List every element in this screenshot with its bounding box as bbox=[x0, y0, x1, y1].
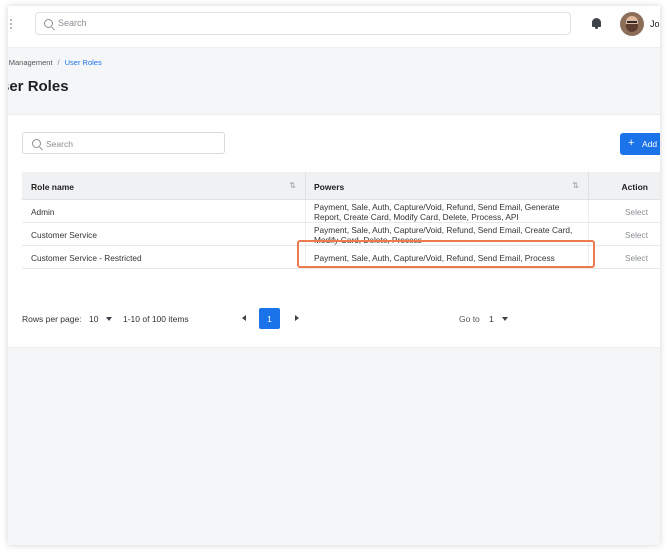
search-icon bbox=[44, 19, 53, 28]
page-1-button[interactable]: 1 bbox=[259, 308, 280, 329]
notification-bell-icon[interactable] bbox=[591, 17, 602, 30]
rows-per-page-select[interactable]: 10 bbox=[89, 314, 98, 324]
roles-search-input[interactable]: Search bbox=[22, 132, 225, 154]
plus-icon: + bbox=[628, 137, 635, 149]
breadcrumb-separator: / bbox=[57, 58, 60, 67]
global-search-placeholder: Search bbox=[58, 18, 87, 28]
next-page-button[interactable] bbox=[287, 308, 307, 329]
role-name-cell: Customer Service bbox=[31, 230, 97, 240]
add-role-label: Add bbox=[642, 139, 658, 149]
global-search-input[interactable]: Search bbox=[35, 12, 571, 35]
search-icon bbox=[32, 139, 41, 148]
breadcrumb: er Management / User Roles bbox=[8, 58, 102, 67]
table-header: Role name ⇅ Powers ⇅ Action bbox=[22, 172, 660, 200]
breadcrumb-user-management[interactable]: er Management bbox=[8, 58, 53, 67]
add-role-button[interactable]: + Add bbox=[620, 133, 660, 155]
rows-per-page-label: Rows per page: bbox=[22, 314, 82, 324]
roles-search-placeholder: Search bbox=[46, 139, 73, 149]
goto-label: Go to bbox=[459, 314, 480, 324]
table-row: Admin Payment, Sale, Auth, Capture/Void,… bbox=[22, 200, 660, 223]
page-title: ser Roles bbox=[8, 78, 69, 95]
powers-cell: Payment, Sale, Auth, Capture/Void, Refun… bbox=[305, 200, 588, 222]
select-link[interactable]: Select bbox=[588, 246, 660, 268]
pagination-range: 1-10 of 100 items bbox=[123, 314, 189, 324]
role-name-cell: Customer Service - Restricted bbox=[31, 253, 142, 263]
chevron-down-icon[interactable] bbox=[502, 317, 508, 321]
top-bar: Search Jo bbox=[8, 6, 660, 48]
menu-icon[interactable] bbox=[10, 19, 14, 31]
chevron-down-icon[interactable] bbox=[106, 317, 112, 321]
column-header-powers[interactable]: Powers ⇅ bbox=[305, 172, 588, 200]
avatar[interactable] bbox=[620, 12, 644, 36]
sort-icon[interactable]: ⇅ bbox=[572, 181, 579, 190]
previous-page-button[interactable] bbox=[235, 308, 255, 329]
column-header-role-name[interactable]: Role name ⇅ bbox=[22, 172, 305, 200]
highlight-box bbox=[297, 240, 595, 268]
select-link[interactable]: Select bbox=[588, 223, 660, 245]
breadcrumb-user-roles[interactable]: User Roles bbox=[65, 58, 102, 67]
app-window: Search Jo er Management / User Roles ser R… bbox=[8, 6, 660, 545]
sort-icon[interactable]: ⇅ bbox=[289, 181, 296, 190]
select-link[interactable]: Select bbox=[588, 200, 660, 222]
goto-page-select[interactable]: 1 bbox=[489, 314, 494, 324]
user-name[interactable]: Jo bbox=[650, 19, 660, 29]
roles-card: Search + Add Role name ⇅ Powers ⇅ Action… bbox=[8, 114, 660, 348]
column-header-action: Action bbox=[588, 172, 660, 200]
role-name-cell: Admin bbox=[31, 207, 55, 217]
